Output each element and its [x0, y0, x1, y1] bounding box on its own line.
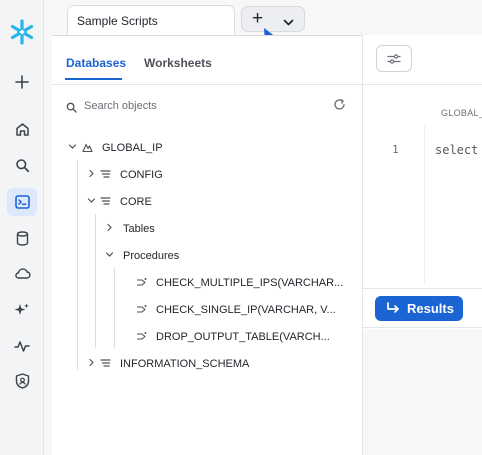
context-header: GLOBAL_: [441, 108, 482, 118]
tree-item-procedure[interactable]: CHECK_MULTIPLE_IPS(VARCHAR...: [52, 273, 363, 293]
snowflake-logo-icon[interactable]: [7, 18, 37, 46]
schema-icon: [100, 358, 111, 372]
tree-item-label: INFORMATION_SCHEMA: [120, 358, 250, 370]
cloud-icon[interactable]: [7, 259, 37, 287]
tab-sample-scripts[interactable]: Sample Scripts: [67, 5, 235, 36]
data-icon[interactable]: [7, 224, 37, 252]
results-bar: Results: [363, 288, 482, 328]
settings-button[interactable]: [376, 45, 412, 72]
monitoring-icon[interactable]: [7, 332, 37, 360]
empty-area: [57, 376, 356, 452]
ai-sparkle-icon[interactable]: [7, 296, 37, 324]
admin-shield-icon[interactable]: [7, 367, 37, 395]
chevron-right-icon[interactable]: [87, 169, 96, 181]
search-objects-field[interactable]: Search objects: [66, 98, 346, 116]
procedure-icon: [136, 331, 147, 345]
chevron-down-icon[interactable]: [105, 250, 114, 262]
tab-databases[interactable]: Databases: [66, 56, 126, 70]
object-explorer-panel: Databases Worksheets Search objects GLOB…: [52, 35, 363, 455]
tree-item-config[interactable]: CONFIG: [52, 165, 363, 185]
divider: [52, 84, 363, 85]
divider: [363, 84, 482, 85]
database-icon: [82, 142, 93, 156]
results-label: Results: [407, 301, 454, 316]
line-number: 1: [392, 143, 399, 156]
left-nav-rail: [0, 0, 44, 455]
tree-item-core[interactable]: CORE: [52, 192, 363, 212]
procedure-icon: [136, 277, 147, 291]
tree-item-label: CHECK_SINGLE_IP(VARCHAR, V...: [156, 304, 336, 316]
tab-label: Sample Scripts: [77, 14, 158, 28]
tree-item-global-ip[interactable]: GLOBAL_IP: [52, 138, 363, 158]
tree-item-label: CHECK_MULTIPLE_IPS(VARCHAR...: [156, 277, 344, 289]
search-placeholder[interactable]: Search objects: [84, 100, 157, 112]
tree-item-label: Tables: [123, 223, 155, 235]
search-icon[interactable]: [7, 151, 37, 179]
sql-editor-pane: GLOBAL_ 1 select Results: [363, 35, 482, 455]
chevron-down-icon[interactable]: [87, 196, 96, 208]
plus-icon[interactable]: [7, 68, 37, 96]
tab-worksheets[interactable]: Worksheets: [144, 56, 212, 70]
refresh-icon[interactable]: [333, 98, 346, 116]
tree-item-label: Procedures: [123, 250, 180, 262]
arrow-return-icon: [386, 302, 400, 317]
tree-item-procedure[interactable]: CHECK_SINGLE_IP(VARCHAR, V...: [52, 300, 363, 320]
results-button[interactable]: Results: [375, 296, 463, 321]
tree-item-tables[interactable]: Tables: [52, 219, 363, 239]
home-icon[interactable]: [7, 115, 37, 143]
results-area: [363, 329, 482, 455]
procedure-icon: [136, 304, 147, 318]
worksheets-icon[interactable]: [7, 188, 37, 216]
tree-item-label: GLOBAL_IP: [102, 142, 163, 154]
tree-item-information-schema[interactable]: INFORMATION_SCHEMA: [52, 354, 363, 374]
schema-icon: [100, 169, 111, 183]
tree-item-procedures[interactable]: Procedures: [52, 246, 363, 266]
active-tab-indicator: [65, 78, 122, 80]
chevron-right-icon[interactable]: [87, 358, 96, 370]
tree-item-label: DROP_OUTPUT_TABLE(VARCH...: [156, 331, 330, 343]
chevron-right-icon[interactable]: [105, 223, 114, 235]
code-line[interactable]: select: [435, 143, 478, 157]
search-icon: [66, 100, 77, 118]
tree-item-label: CORE: [120, 196, 152, 208]
sliders-icon: [387, 53, 401, 64]
schema-icon: [100, 196, 111, 210]
chevron-down-icon[interactable]: [68, 142, 77, 154]
tree-item-procedure[interactable]: DROP_OUTPUT_TABLE(VARCH...: [52, 327, 363, 347]
tree-item-label: CONFIG: [120, 169, 163, 181]
